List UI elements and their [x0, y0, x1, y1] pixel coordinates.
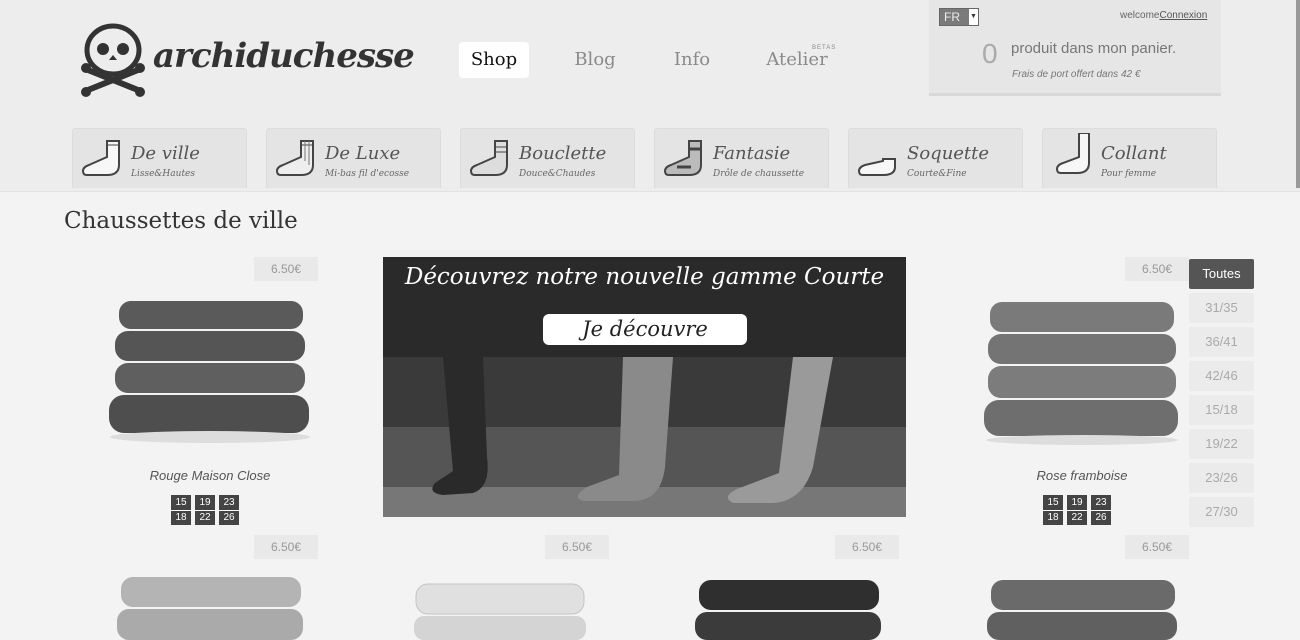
- low-sock-icon: [857, 158, 896, 176]
- sock-icon: [663, 140, 702, 176]
- sock-stack-image[interactable]: [980, 298, 1185, 446]
- product-name[interactable]: Rouge Maison Close: [65, 468, 355, 483]
- sock-icon: [469, 140, 508, 176]
- welcome-label: welcome: [1120, 10, 1160, 21]
- discover-button[interactable]: Je découvre: [543, 314, 747, 345]
- category-subtitle: Lisse&Hautes: [131, 169, 196, 179]
- cart-count: 0: [982, 38, 998, 69]
- brand-name[interactable]: archiduchesse: [153, 36, 415, 76]
- promo-banner[interactable]: Découvrez notre nouvelle gamme Courte Je…: [383, 257, 906, 517]
- filter-27-30[interactable]: 27/30: [1189, 497, 1254, 527]
- size-bottom: 22: [1071, 512, 1083, 523]
- size-top: 23: [1091, 496, 1111, 511]
- chevron-down-icon: ▼: [969, 9, 978, 25]
- filter-23-26[interactable]: 23/26: [1189, 463, 1254, 493]
- category-subtitle: Douce&Chaudes: [519, 169, 596, 179]
- sock-stack-image[interactable]: [115, 575, 305, 640]
- category-subtitle: Courte&Fine: [907, 169, 967, 179]
- filter-31-35[interactable]: 31/35: [1189, 293, 1254, 323]
- size-bottom: 18: [1047, 512, 1059, 523]
- language-select[interactable]: FR ▼: [939, 8, 979, 26]
- sock-icon: [81, 140, 120, 176]
- size-bottom: 26: [223, 512, 235, 523]
- filter-42-46[interactable]: 42/46: [1189, 361, 1254, 391]
- category-de-ville[interactable]: De ville Lisse&Hautes: [72, 128, 247, 188]
- welcome-text: welcomeConnexion: [1120, 10, 1207, 21]
- product-price: 6.50€: [254, 535, 318, 559]
- sock-stack-image[interactable]: [985, 578, 1180, 640]
- category-collant[interactable]: Collant Pour femme: [1042, 128, 1217, 188]
- product-price: 6.50€: [1125, 535, 1189, 559]
- category-soquette[interactable]: Soquette Courte&Fine: [848, 128, 1023, 188]
- filter-all[interactable]: Toutes: [1189, 259, 1254, 289]
- category-subtitle: Pour femme: [1101, 169, 1157, 179]
- size-chip[interactable]: 15 18: [171, 495, 191, 525]
- scrollbar[interactable]: [1296, 0, 1300, 188]
- sock-icon: [275, 140, 314, 176]
- cart-text: produit dans mon panier.: [1011, 40, 1177, 57]
- login-link[interactable]: Connexion: [1159, 10, 1207, 21]
- size-top: 15: [1043, 496, 1063, 511]
- shipping-info: Frais de port offert dans 42 €: [1012, 69, 1141, 80]
- category-title: Collant: [1101, 143, 1167, 164]
- sock-stack-image[interactable]: [693, 578, 883, 640]
- category-title: De ville: [131, 143, 200, 164]
- category-subtitle: Mi-bas fil d'ecosse: [325, 169, 410, 179]
- sock-stack-image[interactable]: [412, 582, 587, 640]
- size-top: 15: [171, 496, 191, 511]
- skull-logo-icon: [81, 23, 145, 97]
- page-title: Chaussettes de ville: [64, 208, 298, 234]
- sock-stack-image[interactable]: [105, 295, 315, 445]
- size-chip[interactable]: 19 22: [195, 495, 215, 525]
- size-chip[interactable]: 23 26: [1091, 495, 1111, 525]
- filter-36-41[interactable]: 36/41: [1189, 327, 1254, 357]
- product-price: 6.50€: [545, 535, 609, 559]
- size-bottom: 18: [175, 512, 187, 523]
- nav-blog[interactable]: Blog: [565, 42, 625, 78]
- category-title: De Luxe: [325, 143, 401, 164]
- product-price: 6.50€: [254, 257, 318, 281]
- size-chips: 15 18 19 22 23 26: [1043, 495, 1115, 525]
- size-chips: 15 18 19 22 23 26: [171, 495, 243, 525]
- size-top: 19: [195, 496, 215, 511]
- size-chip[interactable]: 23 26: [219, 495, 239, 525]
- tights-icon: [1055, 133, 1090, 174]
- product-price: 6.50€: [835, 535, 899, 559]
- category-title: Bouclette: [519, 143, 607, 164]
- category-title: Fantasie: [713, 143, 791, 164]
- nav-info[interactable]: Info: [665, 42, 719, 78]
- size-chip[interactable]: 15 18: [1043, 495, 1063, 525]
- size-bottom: 22: [199, 512, 211, 523]
- size-chip[interactable]: 19 22: [1067, 495, 1087, 525]
- site-header: archiduchesse Shop Blog Info Atelier BET…: [0, 0, 1300, 192]
- nav-shop[interactable]: Shop: [459, 42, 529, 78]
- product-name[interactable]: Rose framboise: [937, 468, 1227, 483]
- category-bouclette[interactable]: Bouclette Douce&Chaudes: [460, 128, 635, 188]
- category-title: Soquette: [907, 143, 990, 164]
- filter-15-18[interactable]: 15/18: [1189, 395, 1254, 425]
- category-subtitle: Drôle de chaussette: [713, 169, 805, 179]
- size-top: 23: [219, 496, 239, 511]
- banner-title: Découvrez notre nouvelle gamme Courte: [404, 264, 885, 290]
- size-top: 19: [1067, 496, 1087, 511]
- product-price: 6.50€: [1125, 257, 1189, 281]
- filter-19-22[interactable]: 19/22: [1189, 429, 1254, 459]
- beta-tag: BETAS: [812, 45, 837, 51]
- category-fantasie[interactable]: Fantasie Drôle de chaussette: [654, 128, 829, 188]
- category-de-luxe[interactable]: De Luxe Mi-bas fil d'ecosse: [266, 128, 441, 188]
- size-bottom: 26: [1095, 512, 1107, 523]
- size-filter-list: Toutes 31/35 36/41 42/46 15/18 19/22 23/…: [1189, 259, 1254, 531]
- language-value: FR: [944, 10, 960, 24]
